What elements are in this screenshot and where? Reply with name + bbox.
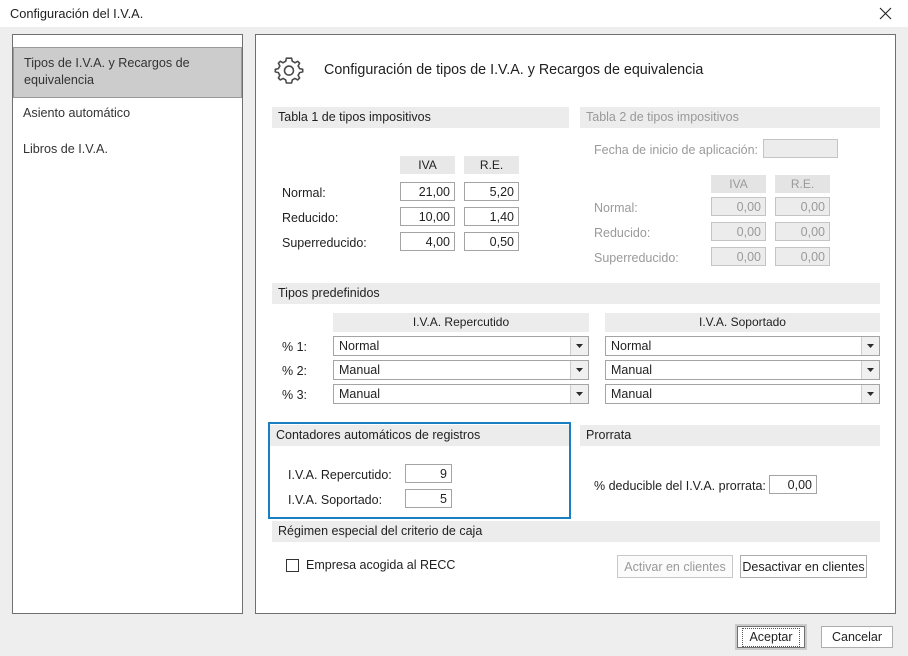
window-titlebar: Configuración del I.V.A. xyxy=(0,0,908,27)
tabla1-superreducido-re-input[interactable]: 0,50 xyxy=(464,232,519,251)
tabla2-reducido-re-input: 0,00 xyxy=(775,222,830,241)
dropdown-value: Manual xyxy=(611,387,652,401)
section-header-tabla1: Tabla 1 de tipos impositivos xyxy=(272,107,569,128)
accept-button[interactable]: Aceptar xyxy=(737,626,805,648)
section-header-prorrata: Prorrata xyxy=(580,425,880,446)
button-label: Activar en clientes xyxy=(624,559,726,574)
tipo-row-label-2: % 2: xyxy=(282,364,308,378)
tabla1-row-label-normal: Normal: xyxy=(282,186,326,200)
prorrata-label: % deducible del I.V.A. prorrata: xyxy=(594,479,766,493)
activar-en-clientes-button[interactable]: Activar en clientes xyxy=(617,555,733,578)
tabla1-superreducido-iva-input[interactable]: 4,00 xyxy=(400,232,455,251)
tabla2-row-label-normal: Normal: xyxy=(594,201,638,215)
contadores-soportado-input[interactable]: 5 xyxy=(405,489,452,508)
tabla2-fecha-input[interactable] xyxy=(763,139,838,158)
sidebar-item-libros-iva[interactable]: Libros de I.V.A. xyxy=(13,134,242,166)
contadores-repercutido-input[interactable]: 9 xyxy=(405,464,452,483)
recc-checkbox[interactable] xyxy=(286,558,299,572)
sidebar-item-label: Asiento automático xyxy=(23,106,131,120)
tabla1-normal-re-input[interactable]: 5,20 xyxy=(464,182,519,201)
dropdown-soportado-2[interactable]: Manual xyxy=(605,360,880,380)
tabla2-col-re: R.E. xyxy=(775,175,830,193)
chevron-down-icon[interactable] xyxy=(570,385,588,403)
tabla2-normal-iva-input: 0,00 xyxy=(711,197,766,216)
section-header-tipos-predefinidos: Tipos predefinidos xyxy=(272,283,880,304)
dropdown-repercutido-1[interactable]: Normal xyxy=(333,336,589,356)
contadores-label-soportado: I.V.A. Soportado: xyxy=(288,493,383,507)
tabla1-reducido-re-input[interactable]: 1,40 xyxy=(464,207,519,226)
col-header-iva-repercutido: I.V.A. Repercutido xyxy=(333,313,589,332)
tabla1-row-label-superreducido: Superreducido: xyxy=(282,236,367,250)
col-header-iva-soportado: I.V.A. Soportado xyxy=(605,313,880,332)
sidebar-item-label: Libros de I.V.A. xyxy=(23,142,108,156)
desactivar-en-clientes-button[interactable]: Desactivar en clientes xyxy=(740,555,867,578)
chevron-down-icon[interactable] xyxy=(861,361,879,379)
tabla2-fecha-label: Fecha de inicio de aplicación: xyxy=(594,143,758,157)
contadores-automaticos-group: Contadores automáticos de registros I.V.… xyxy=(268,422,571,519)
gear-icon xyxy=(274,57,304,84)
section-header-tabla2: Tabla 2 de tipos impositivos xyxy=(580,107,880,128)
dropdown-value: Manual xyxy=(339,387,380,401)
dropdown-soportado-3[interactable]: Manual xyxy=(605,384,880,404)
chevron-down-icon[interactable] xyxy=(570,361,588,379)
close-icon[interactable] xyxy=(862,0,908,27)
dropdown-repercutido-3[interactable]: Manual xyxy=(333,384,589,404)
button-label: Aceptar xyxy=(742,627,800,647)
tabla2-col-iva: IVA xyxy=(711,175,766,193)
section-header-contadores: Contadores automáticos de registros xyxy=(270,425,569,446)
chevron-down-icon[interactable] xyxy=(570,337,588,355)
sidebar-item-asiento-automatico[interactable]: Asiento automático xyxy=(13,98,242,130)
button-label: Desactivar en clientes xyxy=(742,559,865,574)
sidebar-item-tipos-iva[interactable]: Tipos de I.V.A. y Recargos de equivalenc… xyxy=(13,47,242,98)
dropdown-value: Manual xyxy=(339,363,380,377)
tabla1-col-iva: IVA xyxy=(400,156,455,174)
cancel-button[interactable]: Cancelar xyxy=(821,626,893,648)
sidebar: Tipos de I.V.A. y Recargos de equivalenc… xyxy=(12,34,243,614)
dropdown-value: Normal xyxy=(339,339,380,353)
tabla2-row-label-reducido: Reducido: xyxy=(594,226,651,240)
tipo-row-label-1: % 1: xyxy=(282,340,308,354)
chevron-down-icon[interactable] xyxy=(861,337,879,355)
sidebar-item-label: Tipos de I.V.A. y Recargos de equivalenc… xyxy=(24,56,190,87)
tabla1-col-re: R.E. xyxy=(464,156,519,174)
tabla2-reducido-iva-input: 0,00 xyxy=(711,222,766,241)
tabla2-superreducido-iva-input: 0,00 xyxy=(711,247,766,266)
panel-header: Configuración de tipos de I.V.A. y Recar… xyxy=(272,53,703,87)
tipo-row-label-3: % 3: xyxy=(282,388,308,402)
recc-checkbox-label: Empresa acogida al RECC xyxy=(306,558,456,572)
window-title: Configuración del I.V.A. xyxy=(10,6,144,21)
chevron-down-icon[interactable] xyxy=(861,385,879,403)
tabla2-normal-re-input: 0,00 xyxy=(775,197,830,216)
dropdown-repercutido-2[interactable]: Manual xyxy=(333,360,589,380)
prorrata-input[interactable]: 0,00 xyxy=(769,475,817,494)
recc-checkbox-row[interactable]: Empresa acogida al RECC xyxy=(286,558,455,572)
button-label: Cancelar xyxy=(831,630,883,644)
dropdown-value: Manual xyxy=(611,363,652,377)
dropdown-value: Normal xyxy=(611,339,652,353)
contadores-label-repercutido: I.V.A. Repercutido: xyxy=(288,468,392,482)
tabla2-superreducido-re-input: 0,00 xyxy=(775,247,830,266)
page-title: Configuración de tipos de I.V.A. y Recar… xyxy=(324,62,704,78)
tabla1-row-label-reducido: Reducido: xyxy=(282,211,339,225)
section-header-recc: Régimen especial del criterio de caja xyxy=(272,521,880,542)
dropdown-soportado-1[interactable]: Normal xyxy=(605,336,880,356)
tabla1-reducido-iva-input[interactable]: 10,00 xyxy=(400,207,455,226)
main-panel: Configuración de tipos de I.V.A. y Recar… xyxy=(255,34,896,614)
tabla1-normal-iva-input[interactable]: 21,00 xyxy=(400,182,455,201)
tabla2-row-label-superreducido: Superreducido: xyxy=(594,251,679,265)
